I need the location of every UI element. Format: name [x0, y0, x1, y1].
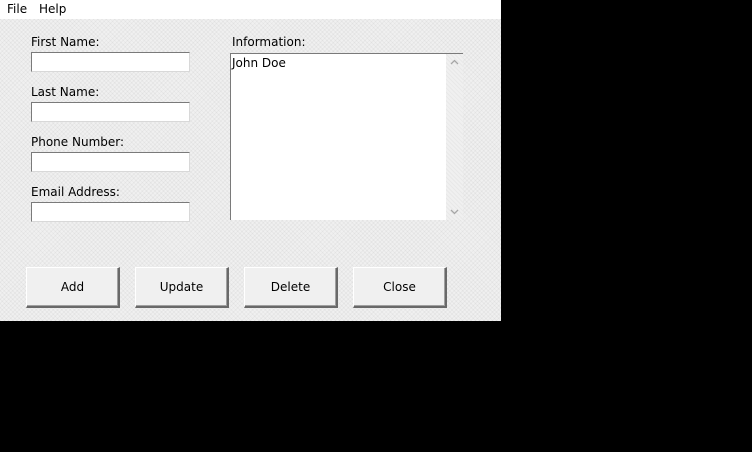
first-name-field[interactable]	[31, 52, 190, 72]
last-name-label: Last Name:	[31, 85, 100, 99]
information-listbox[interactable]: John Doe	[230, 53, 463, 220]
vertical-scrollbar[interactable]	[446, 54, 463, 220]
menu-help[interactable]: Help	[39, 2, 66, 17]
phone-number-field[interactable]	[31, 152, 190, 172]
chevron-up-icon[interactable]	[446, 55, 463, 69]
app-window: File Help First Name: Last Name: Phone N…	[0, 0, 501, 321]
last-name-field[interactable]	[31, 102, 190, 122]
close-button[interactable]: Close	[353, 267, 447, 308]
menu-bar: File Help	[0, 0, 501, 19]
chevron-down-icon[interactable]	[446, 205, 463, 219]
list-item[interactable]: John Doe	[232, 56, 286, 70]
delete-button[interactable]: Delete	[244, 267, 338, 308]
information-label: Information:	[232, 35, 306, 49]
add-button[interactable]: Add	[26, 267, 120, 308]
phone-number-label: Phone Number:	[31, 135, 125, 149]
email-address-field[interactable]	[31, 202, 190, 222]
first-name-label: First Name:	[31, 35, 100, 49]
menu-file[interactable]: File	[7, 2, 27, 17]
update-button[interactable]: Update	[135, 267, 229, 308]
email-address-label: Email Address:	[31, 185, 120, 199]
